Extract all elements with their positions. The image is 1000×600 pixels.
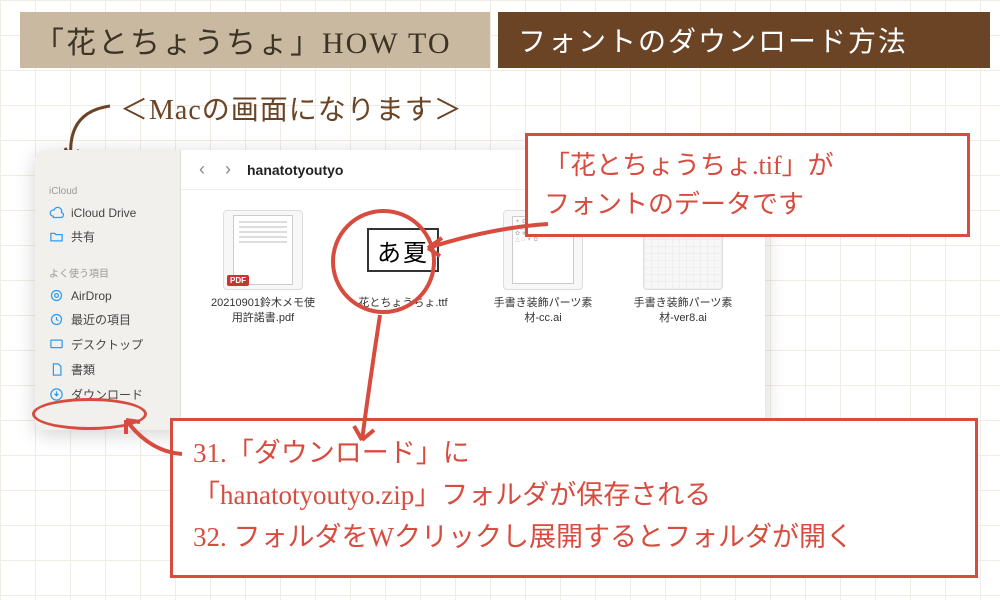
sidebar-item-downloads[interactable]: ダウンロード <box>35 382 180 407</box>
airdrop-icon <box>49 288 64 303</box>
sidebar-item-label: デスクトップ <box>71 336 143 353</box>
sidebar-item-label: ダウンロード <box>71 386 143 403</box>
sidebar-item-label: 最近の項目 <box>71 311 131 328</box>
callout-line: 「花とちょうちょ.tif」が <box>544 146 951 185</box>
cloud-icon <box>49 205 64 220</box>
ttf-preview-text: あ夏 <box>367 228 439 272</box>
file-item-pdf[interactable]: 20210901鈴木メモ使用許諾書.pdf <box>207 210 319 326</box>
clock-icon <box>49 312 64 327</box>
desktop-icon <box>49 337 64 352</box>
file-label: 手書き装飾パーツ素材-ver8.ai <box>627 296 739 326</box>
instruction-line: 「hanatotyoutyo.zip」フォルダが保存される <box>193 475 955 517</box>
finder-sidebar: iCloud iCloud Drive 共有 よく使う項目 AirDrop 最近… <box>35 150 181 430</box>
header-banner-right: フォントのダウンロード方法 <box>498 12 990 68</box>
sidebar-item-documents[interactable]: 書類 <box>35 357 180 382</box>
instruction-line: 31.「ダウンロード」に <box>193 433 955 475</box>
sidebar-section-label: iCloud <box>35 182 180 201</box>
folder-shared-icon <box>49 229 64 244</box>
document-icon <box>49 362 64 377</box>
sidebar-item-desktop[interactable]: デスクトップ <box>35 332 180 357</box>
nav-forward-button[interactable]: › <box>221 159 235 180</box>
sidebar-item-shared[interactable]: 共有 <box>35 224 180 249</box>
callout-line: フォントのデータです <box>544 185 951 224</box>
file-label: 20210901鈴木メモ使用許諾書.pdf <box>207 296 319 326</box>
sidebar-item-label: iCloud Drive <box>71 206 136 220</box>
mac-screen-note: ＜Macの画面になります＞ <box>120 88 463 128</box>
file-label: 手書き装飾パーツ素材-cc.ai <box>487 296 599 326</box>
instruction-line: 32. フォルダをWクリックし展開するとフォルダが開く <box>193 517 955 559</box>
header-banner-left: 「花とちょうちょ」HOW TO <box>20 12 490 68</box>
sidebar-item-label: 書類 <box>71 361 95 378</box>
folder-title: hanatotyoutyo <box>247 162 343 178</box>
sidebar-item-label: AirDrop <box>71 289 112 303</box>
nav-back-button[interactable]: ‹ <box>195 159 209 180</box>
sidebar-item-recents[interactable]: 最近の項目 <box>35 307 180 332</box>
sidebar-item-icloud-drive[interactable]: iCloud Drive <box>35 201 180 224</box>
file-label: 花とちょうちょ.ttf <box>358 296 447 311</box>
download-icon <box>49 387 64 402</box>
sidebar-item-label: 共有 <box>71 228 95 245</box>
file-thumb-ttf: あ夏 <box>363 210 443 290</box>
file-thumb-pdf <box>223 210 303 290</box>
callout-font-data: 「花とちょうちょ.tif」が フォントのデータです <box>525 133 970 237</box>
file-item-ttf[interactable]: あ夏 花とちょうちょ.ttf <box>347 210 459 311</box>
sidebar-item-airdrop[interactable]: AirDrop <box>35 284 180 307</box>
sidebar-section-label: よく使う項目 <box>35 261 180 284</box>
callout-instructions: 31.「ダウンロード」に 「hanatotyoutyo.zip」フォルダが保存さ… <box>170 418 978 578</box>
